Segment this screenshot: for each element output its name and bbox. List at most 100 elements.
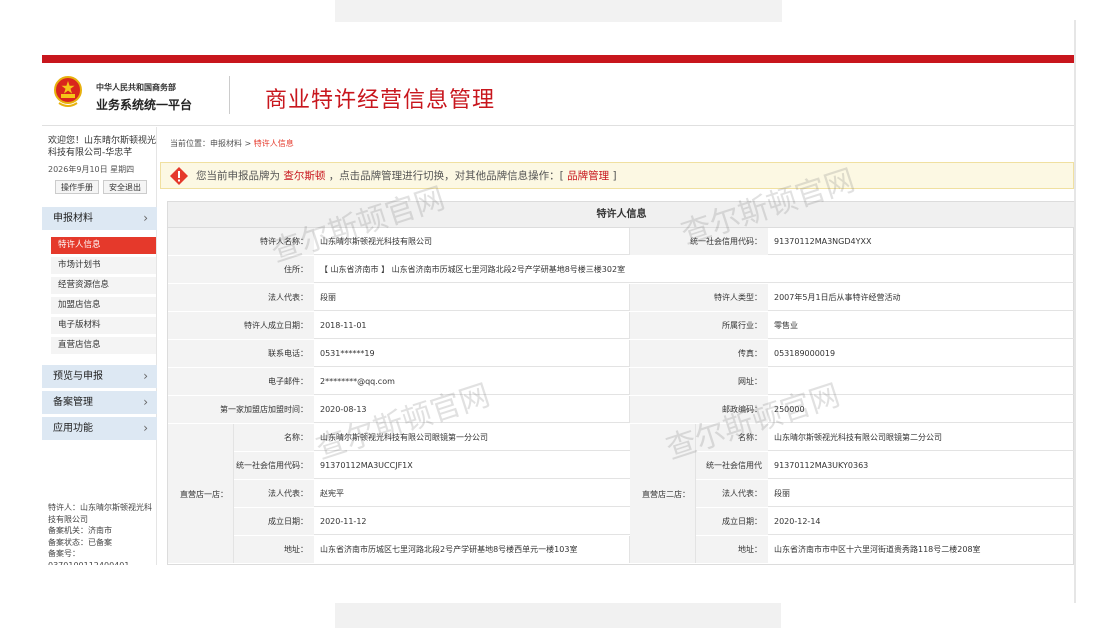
table-row: 法人代表： 赵宪平 xyxy=(234,480,630,507)
filing-status: 备案状态：已备案 xyxy=(48,537,112,547)
nav-section-materials[interactable]: 申报材料 › xyxy=(42,207,157,230)
table-row: 法人代表： 段丽 xyxy=(696,480,1074,507)
field-value: 2007年5月1日后从事特许经营活动 xyxy=(774,293,901,302)
field-label: 成立日期： xyxy=(696,508,768,535)
field-label: 特许人名称： xyxy=(168,228,314,255)
nav-item-electronic-materials[interactable]: 电子版材料 xyxy=(51,317,156,334)
app-window: 中华人民共和国商务部 业务系统统一平台 商业特许经营信息管理 欢迎您！山东晴尔斯… xyxy=(42,52,1074,565)
sidebar: 欢迎您！山东晴尔斯顿视光科技有限公司-华忠芊 2026年9月10日 星期四 操作… xyxy=(42,127,157,565)
field-value: 山东晴尔斯顿视光科技有限公司 xyxy=(314,228,630,255)
chevron-right-icon: › xyxy=(143,369,148,383)
table-row: 统一社会信用代码： 91370112MA3UCCJF1X xyxy=(234,452,630,479)
field-value: 2********@qq.com xyxy=(314,368,630,395)
field-value: 250000 xyxy=(774,405,805,414)
warning-icon xyxy=(170,167,188,185)
filing-info: 特许人：山东晴尔斯顿视光科技有限公司 备案机关：济南市 备案状态：已备案 备案号… xyxy=(48,502,156,565)
nav-section-label: 申报材料 xyxy=(53,213,93,224)
store2-group-label: 直营店二店： xyxy=(642,490,690,499)
table-row: 法人代表： 段丽 特许人类型： 2007年5月1日后从事特许经营活动 xyxy=(168,284,1074,311)
table-row: 成立日期： 2020-12-14 xyxy=(696,508,1074,535)
table-row: 成立日期： 2020-11-12 xyxy=(234,508,630,535)
field-value: 段丽 xyxy=(774,489,790,498)
field-label: 住所： xyxy=(168,256,314,283)
nav-item-franchisee-info[interactable]: 加盟店信息 xyxy=(51,297,156,314)
brand-manage-link[interactable]: 品牌管理 xyxy=(567,170,609,182)
nav-section-label: 应用功能 xyxy=(53,423,93,434)
header: 中华人民共和国商务部 业务系统统一平台 商业特许经营信息管理 xyxy=(42,63,1074,126)
field-value: 91370112MA3NGD4YXX xyxy=(774,237,872,246)
field-value: 山东晴尔斯顿视光科技有限公司眼镜第一分公司 xyxy=(320,433,488,442)
field-label: 电子邮件： xyxy=(168,368,314,395)
field-label: 统一社会信用代码： xyxy=(696,452,768,497)
welcome-text: 欢迎您！山东晴尔斯顿视光科技有限公司-华忠芊 xyxy=(48,136,157,158)
field-label: 地址： xyxy=(234,536,314,563)
field-value: 段丽 xyxy=(314,284,630,311)
field-label: 联系电话： xyxy=(168,340,314,367)
nav-section-label: 预览与申报 xyxy=(53,371,103,382)
franchisor-info-table: 特许人信息 特许人名称： 山东晴尔斯顿视光科技有限公司 统一社会信用代码： 91… xyxy=(167,201,1074,565)
current-brand: 查尔斯顿 xyxy=(283,170,326,182)
brand-notice: 您当前申报品牌为 查尔斯顿 ，点击品牌管理进行切换，对其他品牌信息操作：[ 品牌… xyxy=(160,162,1074,189)
field-value: 【 山东省济南市 】 山东省济南市历城区七里河路北段2号产学研基地8号楼三楼30… xyxy=(320,265,626,274)
chevron-right-icon: › xyxy=(143,421,148,435)
field-label: 特许人成立日期： xyxy=(168,312,314,339)
nav-item-direct-stores[interactable]: 直营店信息 xyxy=(51,337,156,354)
screenshot-top-edge xyxy=(335,0,782,22)
notice-text: 您当前申报品牌为 xyxy=(196,170,280,182)
field-value: 2020-08-13 xyxy=(314,396,630,423)
field-label: 地址： xyxy=(696,536,768,563)
field-label: 法人代表： xyxy=(168,284,314,311)
table-row: 第一家加盟店加盟时间： 2020-08-13 邮政编码： 250000 xyxy=(168,396,1074,423)
store1-group-label: 直营店一店： xyxy=(180,490,228,499)
header-divider xyxy=(229,76,230,114)
notice-text: ] xyxy=(612,170,617,182)
field-label: 传真： xyxy=(630,340,768,367)
field-value: 91370112MA3UCCJF1X xyxy=(320,461,413,470)
manual-button[interactable]: 操作手册 xyxy=(55,180,99,194)
ministry-name: 中华人民共和国商务部 xyxy=(96,83,176,92)
screenshot-bottom-edge xyxy=(335,603,781,628)
nav-section-filing[interactable]: 备案管理 › xyxy=(42,391,157,414)
nav-section-preview[interactable]: 预览与申报 › xyxy=(42,365,157,388)
nav-item-market-plan[interactable]: 市场计划书 xyxy=(51,257,156,274)
nav-item-franchisor-info[interactable]: 特许人信息 xyxy=(51,237,156,254)
field-label: 特许人类型： xyxy=(630,284,768,311)
current-date: 2026年9月10日 星期四 xyxy=(48,165,135,174)
table-row: 特许人成立日期： 2018-11-01 所属行业： 零售业 xyxy=(168,312,1074,339)
nav-section-apps[interactable]: 应用功能 › xyxy=(42,417,157,440)
field-value: 2018-11-01 xyxy=(314,312,630,339)
main-content: 当前位置：申报材料 > 特许人信息 您当前申报品牌为 查尔斯顿 ，点击品牌管理进… xyxy=(158,127,1074,565)
table-row: 地址： 山东省济南市市中区十六里河街道贵秀路118号二楼208室 xyxy=(696,536,1074,563)
table-row: 名称： 山东晴尔斯顿视光科技有限公司眼镜第二分公司 xyxy=(696,424,1074,451)
field-label: 统一社会信用代码： xyxy=(234,452,314,479)
top-red-bar xyxy=(42,55,1074,63)
table-row: 住所： 【 山东省济南市 】 山东省济南市历城区七里河路北段2号产学研基地8号楼… xyxy=(168,256,1074,283)
table-row: 统一社会信用代码： 91370112MA3UKY0363 xyxy=(696,452,1074,497)
field-label: 所属行业： xyxy=(630,312,768,339)
notice-text: ，点击品牌管理进行切换，对其他品牌信息操作：[ xyxy=(328,170,564,182)
field-label: 成立日期： xyxy=(234,508,314,535)
field-value: 山东晴尔斯顿视光科技有限公司眼镜第二分公司 xyxy=(774,433,942,442)
filing-franchisor: 特许人：山东晴尔斯顿视光科技有限公司 xyxy=(48,503,152,524)
field-value: 山东省济南市市中区十六里河街道贵秀路118号二楼208室 xyxy=(774,545,981,554)
nav-item-resources[interactable]: 经营资源信息 xyxy=(51,277,156,294)
field-value: 053189000019 xyxy=(774,349,836,358)
chevron-right-icon: › xyxy=(143,395,148,409)
breadcrumb-current: 特许人信息 xyxy=(253,139,294,148)
field-label: 统一社会信用代码： xyxy=(630,228,768,255)
table-row: 地址： 山东省济南市历城区七里河路北段2号产学研基地8号楼西单元一楼103室 xyxy=(234,536,630,563)
field-label: 邮政编码： xyxy=(630,396,768,423)
field-label: 法人代表： xyxy=(696,480,768,507)
field-value: 91370112MA3UKY0363 xyxy=(774,461,869,470)
national-emblem-icon xyxy=(54,76,82,107)
field-label: 第一家加盟店加盟时间： xyxy=(168,396,314,423)
field-label: 法人代表： xyxy=(234,480,314,507)
direct-stores-section: 直营店一店： 直营店二店： 名称： 山东晴尔斯顿视光科技有限公司眼镜第一分公司 … xyxy=(168,424,1074,565)
table-row: 联系电话： 0531******19 传真： 053189000019 xyxy=(168,340,1074,367)
logout-button[interactable]: 安全退出 xyxy=(103,180,147,194)
breadcrumb: 当前位置：申报材料 > 特许人信息 xyxy=(170,138,294,149)
field-label: 名称： xyxy=(234,424,314,451)
field-value: 2020-11-12 xyxy=(320,517,367,526)
chevron-right-icon: › xyxy=(143,211,148,225)
field-value: 0531******19 xyxy=(314,340,630,367)
